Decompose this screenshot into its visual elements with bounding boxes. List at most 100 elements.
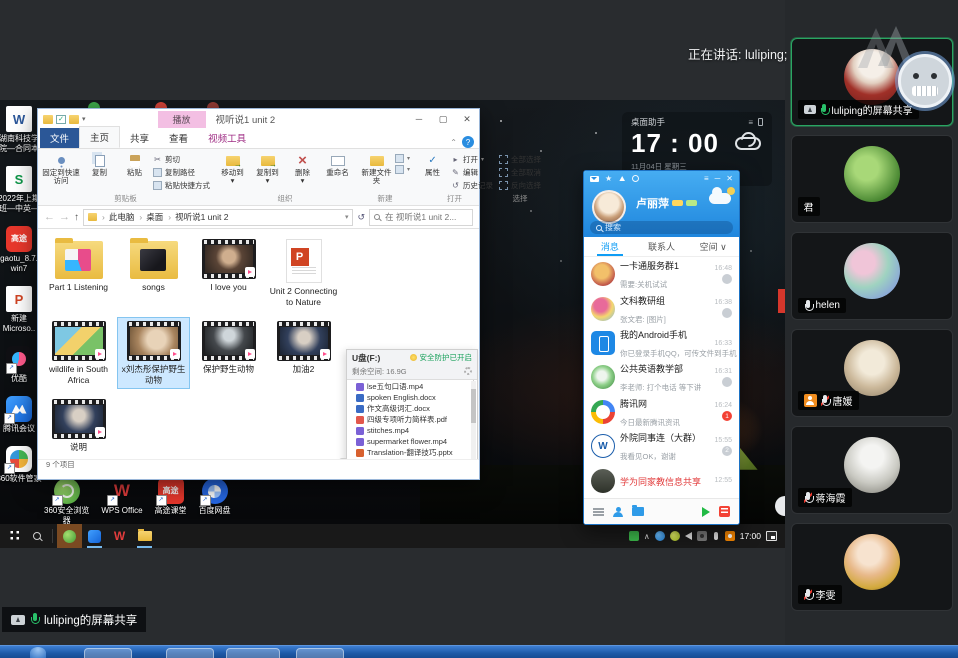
taskbar-app-meeting[interactable] xyxy=(82,524,107,548)
select-none-button[interactable]: 全部取消 xyxy=(499,167,541,178)
favorites-star-icon[interactable]: ★ xyxy=(605,175,612,183)
desktop-icon[interactable]: 高途 高途课堂 xyxy=(155,478,187,516)
file-item[interactable]: x刘杰彤保护野生动物 xyxy=(117,317,190,389)
file-item[interactable]: wildlife in South Africa xyxy=(42,317,115,389)
app-box-icon[interactable] xyxy=(719,506,730,517)
tray-qq-icon[interactable] xyxy=(629,531,639,541)
rename-button[interactable]: 重命名 xyxy=(321,152,354,177)
chevron-up-icon[interactable]: ∧ xyxy=(644,532,650,541)
new-item-button[interactable]: ▾ xyxy=(395,154,410,163)
desktop-icon[interactable]: 新建Microso.. xyxy=(3,286,35,334)
desktop-icon[interactable]: 湖南科技学院—合同本 xyxy=(0,106,38,154)
close-button[interactable]: ✕ xyxy=(455,110,479,129)
participant-tile[interactable]: 李雯 xyxy=(791,523,953,611)
participant-tile[interactable]: 唐媛 xyxy=(791,329,953,417)
new-folder-button[interactable]: 新建文件夹 xyxy=(360,152,393,185)
breadcrumb-item[interactable]: 此电脑 xyxy=(98,211,134,223)
pin-to-quick-access-button[interactable]: 固定到快速访问 xyxy=(41,152,81,185)
edit-button[interactable]: ✎编辑 xyxy=(451,167,493,178)
dress-up-icon[interactable] xyxy=(618,176,626,181)
file-item[interactable]: 保护野生动物 xyxy=(192,317,265,389)
main-menu-icon[interactable]: ≡ xyxy=(704,175,709,183)
chat-list-item[interactable]: 外院同事连（大群） 我看见OK，谢谢 15:55 2 xyxy=(584,429,739,463)
minimize-button[interactable]: ─ xyxy=(407,110,431,129)
taskbar-search-icon[interactable] xyxy=(26,532,48,540)
open-button[interactable]: ▸打开▾ xyxy=(451,154,493,165)
usb-file-row[interactable]: Translation-翻译技巧.pptx xyxy=(347,447,477,458)
breadcrumb-item[interactable]: 桌面 xyxy=(135,211,163,223)
video-play-icon[interactable] xyxy=(702,507,710,517)
menu-icon[interactable]: ≡ xyxy=(748,118,753,127)
taskbar-app-360[interactable] xyxy=(57,524,82,548)
qq-search[interactable]: 搜索 xyxy=(590,221,733,234)
refresh-icon[interactable]: ↺ xyxy=(357,212,365,223)
breadcrumb[interactable]: 此电脑桌面视听说1 unit 2 ▾ xyxy=(83,209,353,226)
mic-icon[interactable] xyxy=(714,532,718,540)
file-manager-icon[interactable] xyxy=(632,507,644,516)
help-icon[interactable]: ? xyxy=(462,136,474,148)
desktop-icon[interactable]: 百度网盘 xyxy=(199,478,231,516)
volume-icon[interactable] xyxy=(685,532,692,540)
qq-avatar[interactable] xyxy=(592,190,626,224)
properties-check-icon[interactable]: ✓ xyxy=(56,115,66,124)
chat-list-item[interactable]: 腾讯网 今日最新腾讯资讯 16:24 1 xyxy=(584,395,739,429)
paste-button[interactable]: 粘贴 xyxy=(118,152,151,177)
copy-to-button[interactable]: 复制到▾ xyxy=(251,152,284,185)
participant-tile[interactable]: 蒋海霞 xyxy=(791,426,953,514)
ribbon-tab[interactable]: 主页 xyxy=(79,126,120,148)
desktop-icon[interactable]: 高途 gaotu_8.7.win7 xyxy=(0,226,38,274)
desktop-icon[interactable]: 360软件管家 xyxy=(0,446,38,484)
usb-file-row[interactable]: lse五句口语.mp4 xyxy=(347,381,477,392)
participant-tile[interactable]: helen xyxy=(791,232,953,320)
cut-button[interactable]: ✂剪切 xyxy=(153,154,210,165)
ribbon-tab[interactable]: 视频工具 xyxy=(198,128,256,148)
minimize-icon[interactable]: ─ xyxy=(715,175,721,183)
chevron-down-icon[interactable]: ▾ xyxy=(345,213,349,221)
participant-tile[interactable]: 君 xyxy=(791,135,953,223)
invert-selection-button[interactable]: 反向选择 xyxy=(499,180,541,191)
qq-tab[interactable]: 消息 xyxy=(584,237,636,256)
maximize-button[interactable]: ▢ xyxy=(431,110,455,129)
desktop-icon[interactable]: 腾讯会议 xyxy=(3,396,35,434)
properties-button[interactable]: 属性 xyxy=(416,152,449,177)
video-tools-chip[interactable]: 播放 xyxy=(158,111,206,128)
self-avatar[interactable] xyxy=(898,54,952,108)
browser-icon[interactable] xyxy=(632,175,639,182)
ribbon-tab[interactable]: 共享 xyxy=(120,128,159,148)
taskbar-app-explorer[interactable] xyxy=(132,524,157,548)
tray-browser-icon[interactable] xyxy=(655,531,665,541)
file-item[interactable]: Part 1 Listening xyxy=(42,235,115,311)
desktop-icon[interactable]: WPS Office xyxy=(101,478,142,516)
folder-icon[interactable] xyxy=(43,115,53,124)
usb-file-row[interactable]: 作文高级词汇.docx xyxy=(347,403,477,414)
chat-list-item[interactable]: 学为同家教信息共享 12:55 xyxy=(584,464,739,498)
usb-file-row[interactable]: stitches.mp4 xyxy=(347,425,477,436)
start-button[interactable] xyxy=(0,524,26,548)
desktop-icon[interactable]: 360安全浏览器 xyxy=(44,478,89,526)
taskbar-app-wps[interactable]: W xyxy=(107,524,132,548)
taskbar-window-button[interactable] xyxy=(166,648,214,658)
file-item[interactable]: 加油2 xyxy=(267,317,340,389)
vertical-scrollbar[interactable] xyxy=(471,381,476,469)
copy-path-button[interactable]: 复制路径 xyxy=(153,167,210,178)
usb-file-row[interactable]: spoken English.docx xyxy=(347,392,477,403)
back-button[interactable]: ← xyxy=(44,211,55,223)
contacts-icon[interactable] xyxy=(613,507,623,517)
taskbar-window-button[interactable] xyxy=(296,648,344,658)
history-button[interactable]: ↺历史记录 xyxy=(451,180,493,191)
chat-list-item[interactable]: 我的Android手机 你已登录手机QQ，可传文件到手机 16:33 xyxy=(584,326,739,360)
taskbar-window-button[interactable] xyxy=(226,648,280,658)
menu-icon[interactable] xyxy=(593,508,604,516)
mail-icon[interactable] xyxy=(590,176,599,182)
qq-tab[interactable]: 空间 ∨ xyxy=(687,237,739,256)
easy-access-button[interactable]: ▾ xyxy=(395,165,410,174)
taskbar-clock[interactable]: 17:00 xyxy=(740,531,761,541)
usb-file-row[interactable]: supermarket flower.mp4 xyxy=(347,436,477,447)
host-start-orb[interactable] xyxy=(30,647,46,658)
chat-list-item[interactable]: 一卡通服务群1 需要:关机试试 16:48 xyxy=(584,257,739,291)
ribbon-tab[interactable]: 查看 xyxy=(159,128,198,148)
file-item[interactable]: Unit 2 Connecting to Nature xyxy=(267,235,340,311)
copy-button[interactable]: 复制 xyxy=(83,152,116,177)
chevron-down-icon[interactable]: ▾ xyxy=(82,115,86,123)
desktop-icon[interactable]: 2022年上期班—中英— xyxy=(0,166,38,214)
